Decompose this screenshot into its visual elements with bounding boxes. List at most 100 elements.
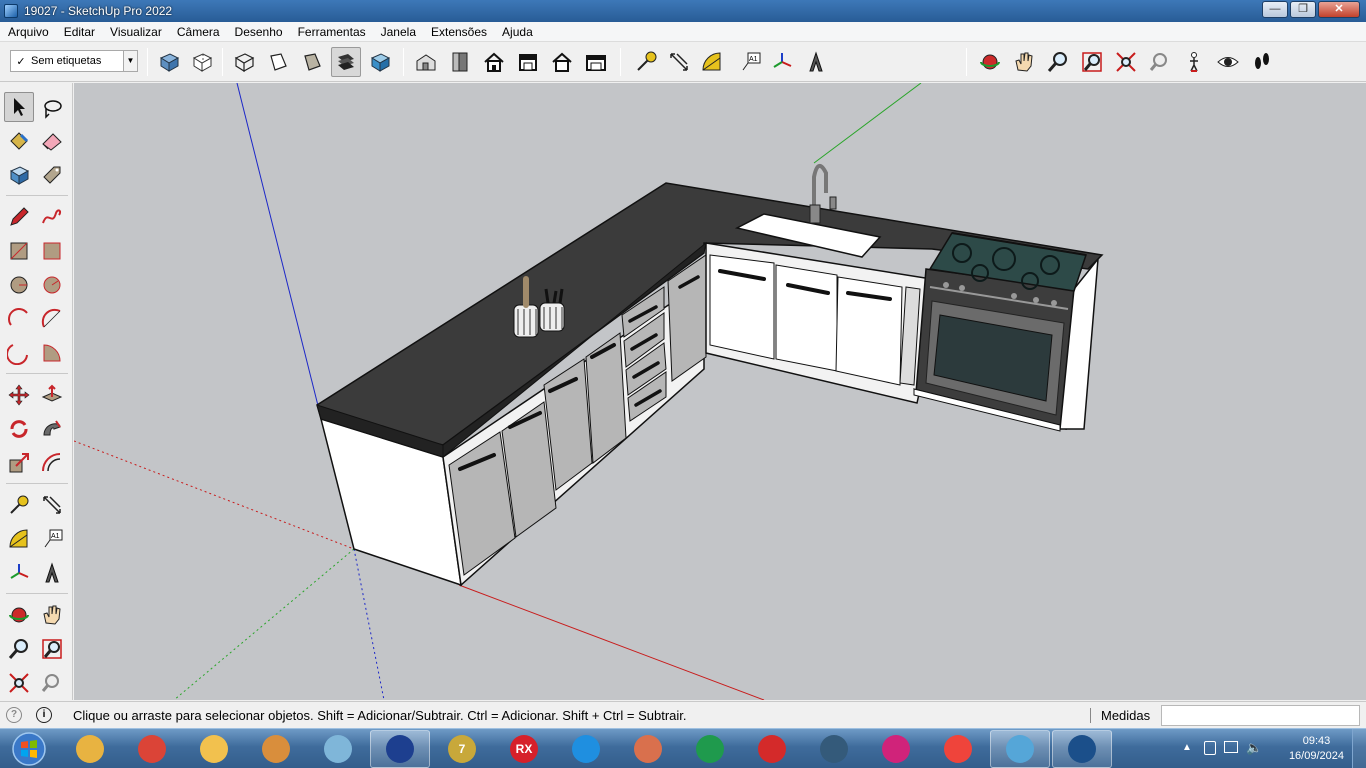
taskbar-app-button[interactable] <box>370 730 430 768</box>
taskbar-app-button[interactable] <box>866 730 926 768</box>
dropdown-arrow-icon[interactable]: ▼ <box>123 51 137 71</box>
sketchup-app-icon[interactable] <box>4 4 18 18</box>
close-button[interactable]: ✕ <box>1318 1 1360 18</box>
axes-icon[interactable] <box>4 558 34 588</box>
taskbar-app-button[interactable]: 7 <box>432 730 492 768</box>
shaded-textures-style-icon[interactable] <box>331 47 361 77</box>
back-edges-style-icon[interactable] <box>187 47 217 77</box>
follow-me-icon[interactable] <box>37 414 67 444</box>
menu-visualizar[interactable]: Visualizar <box>102 25 169 39</box>
taskbar-app-button[interactable] <box>308 730 368 768</box>
protractor-icon[interactable] <box>4 524 34 554</box>
menu-janela[interactable]: Janela <box>373 25 423 39</box>
info-icon[interactable]: i <box>36 707 52 723</box>
menu-desenho[interactable]: Desenho <box>227 25 290 39</box>
taskbar-app-button[interactable] <box>680 730 740 768</box>
taskbar-app-button[interactable] <box>122 730 182 768</box>
lasso-select-icon[interactable] <box>37 92 67 122</box>
axes-icon[interactable] <box>767 47 797 77</box>
rotated-rectangle-icon[interactable] <box>37 236 67 266</box>
menu-ajuda[interactable]: Ajuda <box>494 25 540 39</box>
taskbar-app-button[interactable] <box>60 730 120 768</box>
minimize-button[interactable]: — <box>1262 1 1288 18</box>
freehand-icon[interactable] <box>37 202 67 232</box>
push-pull-icon[interactable] <box>37 380 67 410</box>
rectangle-icon[interactable] <box>4 236 34 266</box>
taskbar-app-button[interactable] <box>556 730 616 768</box>
back-view-icon[interactable] <box>547 47 577 77</box>
make-component-icon[interactable] <box>4 160 34 190</box>
left-view-icon[interactable] <box>581 47 611 77</box>
move-icon[interactable] <box>4 380 34 410</box>
select-tool-icon[interactable] <box>4 92 34 122</box>
previous-view-icon[interactable] <box>1145 47 1175 77</box>
xray-style-icon[interactable] <box>154 47 184 77</box>
paint-bucket-icon[interactable] <box>4 126 34 156</box>
arc-icon[interactable] <box>4 304 34 334</box>
3d-text-icon[interactable] <box>37 558 67 588</box>
orbit-icon[interactable] <box>975 47 1005 77</box>
menu-extensoes[interactable]: Extensões <box>423 25 494 39</box>
taskbar-app-button[interactable] <box>990 730 1050 768</box>
right-view-icon[interactable] <box>513 47 543 77</box>
polygon-icon[interactable] <box>37 270 67 300</box>
monochrome-style-icon[interactable] <box>365 47 395 77</box>
eraser-icon[interactable] <box>37 126 67 156</box>
zoom-icon[interactable] <box>4 634 34 664</box>
iso-view-icon[interactable] <box>411 47 441 77</box>
dimension-icon[interactable] <box>664 47 694 77</box>
tag-tool-icon[interactable] <box>37 160 67 190</box>
3d-text-icon[interactable] <box>801 47 831 77</box>
clock[interactable]: 09:43 16/09/2024 <box>1289 734 1344 764</box>
pan-icon[interactable] <box>1009 47 1039 77</box>
tray-arrow-icon[interactable]: ▲ <box>1182 742 1192 753</box>
offset-icon[interactable] <box>37 448 67 478</box>
text-icon[interactable]: A1 <box>37 524 67 554</box>
network-icon[interactable] <box>1224 741 1238 753</box>
look-around-icon[interactable] <box>1213 47 1243 77</box>
scale-icon[interactable] <box>4 448 34 478</box>
menu-camera[interactable]: Câmera <box>169 25 227 39</box>
pie-icon[interactable] <box>37 338 67 368</box>
show-desktop-button[interactable] <box>1352 729 1366 768</box>
front-view-icon[interactable] <box>479 47 509 77</box>
three-point-arc-icon[interactable] <box>4 338 34 368</box>
start-button[interactable] <box>4 730 54 768</box>
tag-selector[interactable]: ✓ Sem etiquetas ▼ <box>10 50 138 72</box>
protractor-icon[interactable] <box>697 47 727 77</box>
menu-ferramentas[interactable]: Ferramentas <box>290 25 373 39</box>
taskbar-app-button[interactable] <box>928 730 988 768</box>
pan-icon[interactable] <box>37 600 67 630</box>
measurements-input[interactable] <box>1161 705 1360 726</box>
rotate-icon[interactable] <box>4 414 34 444</box>
position-camera-icon[interactable] <box>1179 47 1209 77</box>
hidden-line-style-icon[interactable] <box>263 47 293 77</box>
shaded-style-icon[interactable] <box>297 47 327 77</box>
taskbar-app-button[interactable] <box>742 730 802 768</box>
two-point-arc-icon[interactable] <box>37 304 67 334</box>
top-view-icon[interactable] <box>445 47 475 77</box>
menu-editar[interactable]: Editar <box>56 25 102 39</box>
dimension-icon[interactable] <box>37 490 67 520</box>
circle-icon[interactable] <box>4 270 34 300</box>
taskbar-app-button[interactable] <box>246 730 306 768</box>
model-viewport[interactable] <box>74 83 1366 700</box>
zoom-window-icon[interactable] <box>37 634 67 664</box>
volume-icon[interactable]: 🔈 <box>1246 740 1262 756</box>
taskbar-app-button[interactable] <box>804 730 864 768</box>
maximize-button[interactable]: ❐ <box>1290 1 1316 18</box>
text-icon[interactable]: A1 <box>735 47 765 77</box>
zoom-extents-icon[interactable] <box>1111 47 1141 77</box>
usb-icon[interactable] <box>1204 741 1216 755</box>
tape-measure-icon[interactable] <box>4 490 34 520</box>
taskbar-app-button[interactable] <box>184 730 244 768</box>
orbit-icon[interactable] <box>4 600 34 630</box>
taskbar-app-button[interactable]: RX <box>494 730 554 768</box>
taskbar-app-button[interactable] <box>1052 730 1112 768</box>
menu-arquivo[interactable]: Arquivo <box>0 25 56 39</box>
tape-measure-icon[interactable] <box>631 47 661 77</box>
previous-view-icon[interactable] <box>37 668 67 698</box>
zoom-extents-icon[interactable] <box>4 668 34 698</box>
wireframe-style-icon[interactable] <box>229 47 259 77</box>
zoom-icon[interactable] <box>1043 47 1073 77</box>
